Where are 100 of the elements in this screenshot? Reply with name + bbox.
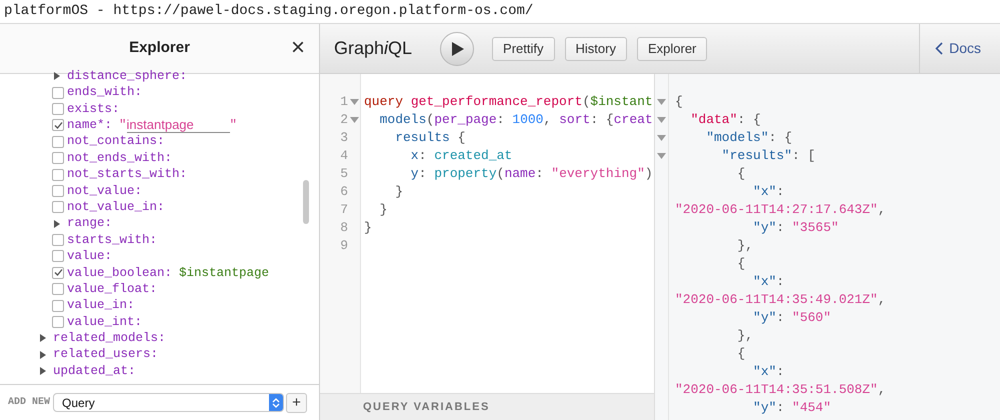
window-title: platformOS - https://pawel-docs.staging.oregon.platform-os.com/ (4, 2, 534, 21)
variable-value[interactable]: $instantpage (179, 264, 270, 282)
field-name[interactable]: ends_with: (67, 83, 142, 102)
code-token: models (378, 111, 426, 130)
code-token: "560" (792, 309, 832, 328)
code-token: : (418, 147, 428, 166)
code-token: ( (496, 165, 504, 184)
checkbox[interactable] (52, 152, 64, 164)
code-token: }, (736, 327, 754, 346)
code-token: "x" (752, 273, 776, 292)
run-button[interactable] (440, 32, 474, 66)
code-token: 1000 (512, 111, 544, 130)
code-token: "y" (752, 399, 776, 418)
quote-mark: " (230, 117, 238, 134)
code-token: "y" (752, 309, 776, 328)
close-button[interactable]: × (290, 36, 305, 60)
field-name[interactable]: value_in: (67, 296, 135, 316)
field-name[interactable]: value_float: (67, 280, 158, 299)
line-number: 3 (340, 129, 348, 148)
checkbox[interactable] (52, 168, 64, 181)
code-token: } (378, 201, 388, 220)
operation-select[interactable]: Query (53, 393, 284, 412)
code-token: "2020-06-11T14:35:51.508Z" (675, 381, 878, 400)
line-number: 7 (340, 201, 348, 220)
checkbox[interactable] (52, 184, 64, 197)
line-number: 4 (340, 147, 348, 166)
field-name[interactable]: not_contains: (67, 132, 165, 152)
field-name[interactable]: not_starts_with: (67, 165, 188, 184)
fold-arrow-icon[interactable] (350, 99, 359, 105)
fold-arrow-icon[interactable] (657, 117, 666, 123)
checkbox[interactable] (52, 102, 64, 115)
code-token: "y" (752, 219, 776, 238)
scrollbar-thumb[interactable] (303, 180, 309, 224)
field-name[interactable]: updated_at: (53, 362, 136, 381)
code-token: } (394, 183, 404, 202)
field-name[interactable]: value: (67, 247, 112, 266)
toolbar-button[interactable]: Explorer (636, 36, 708, 60)
field-name[interactable]: related_users: (53, 345, 158, 364)
code-token: , (543, 111, 552, 130)
code-token: : (496, 111, 506, 130)
code-token: : (776, 219, 786, 238)
code-token: "results" (720, 147, 792, 166)
code-token: { (736, 165, 746, 184)
add-new-label: ADD NEW (8, 396, 50, 410)
code-token: ( (582, 93, 590, 112)
value-input[interactable]: instantpage (126, 117, 230, 134)
code-token: "2020-06-11T14:35:49.021Z" (675, 291, 878, 310)
field-name[interactable]: not_value: (67, 182, 142, 200)
code-token: : [ (792, 147, 816, 166)
code-token: "data" (690, 111, 738, 130)
quote-mark: " (119, 117, 127, 134)
fold-arrow-icon[interactable] (657, 135, 666, 141)
code-token: : (776, 273, 784, 292)
docs-link[interactable]: Docs (935, 38, 985, 59)
code-token: { (456, 129, 466, 148)
checkbox[interactable] (52, 283, 64, 296)
checkbox[interactable] (52, 119, 64, 132)
checkbox[interactable] (52, 316, 64, 328)
select-value: Query (61, 394, 96, 411)
fold-arrow-icon[interactable] (657, 99, 666, 105)
field-name[interactable]: value_int: (67, 312, 142, 332)
add-button[interactable]: + (286, 392, 308, 412)
field-name[interactable]: value_boolean: (67, 264, 172, 282)
checkbox[interactable] (52, 136, 64, 148)
checkbox[interactable] (52, 300, 64, 312)
code-token: , (878, 291, 886, 310)
field-name[interactable]: range: (67, 214, 112, 234)
fold-arrow-icon[interactable] (350, 117, 359, 123)
field-name[interactable]: related_models: (53, 329, 166, 348)
line-number: 1 (340, 93, 348, 112)
code-token: : (536, 165, 544, 184)
checkbox[interactable] (52, 86, 64, 99)
code-token: "x" (752, 183, 776, 202)
code-token: "3565" (792, 219, 839, 238)
code-token: query (364, 93, 404, 112)
field-name[interactable]: starts_with: (67, 230, 158, 250)
checkbox[interactable] (52, 266, 64, 279)
code-token: : (776, 399, 786, 418)
query-variables-title: QUERY VARIABLES (363, 400, 490, 415)
field-name[interactable]: not_value_in: (67, 198, 165, 217)
fold-arrow-icon[interactable] (657, 153, 666, 159)
chevron-left-icon (935, 42, 944, 55)
code-token: : { (590, 111, 614, 130)
code-token: per_page (434, 111, 497, 130)
code-token: name (504, 165, 536, 184)
checkbox[interactable] (52, 234, 64, 246)
toolbar-button[interactable]: Prettify (492, 36, 555, 60)
checkbox[interactable] (52, 201, 64, 214)
toolbar-button[interactable]: History (564, 36, 627, 60)
line-number: 9 (340, 237, 348, 256)
field-name[interactable]: distance_sphere: (67, 68, 188, 86)
field-name[interactable]: name*: (67, 116, 112, 135)
code-token: : { (737, 111, 761, 130)
code-token: } (364, 219, 372, 238)
play-icon (450, 42, 464, 56)
checkbox[interactable] (52, 250, 64, 262)
code-token: { (736, 255, 746, 274)
field-name[interactable]: not_ends_with: (67, 148, 172, 168)
field-name[interactable]: exists: (67, 100, 120, 118)
graphiql-logo: GraphiQL (334, 37, 412, 60)
